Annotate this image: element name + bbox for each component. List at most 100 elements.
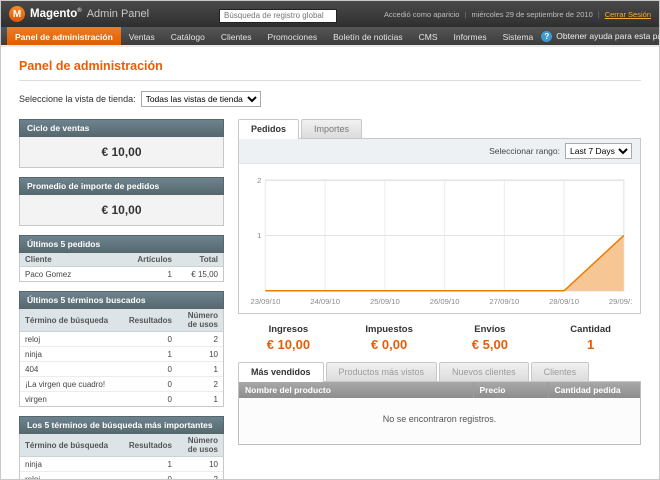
table-row[interactable]: Paco Gomez 1 € 15,00 <box>20 266 223 281</box>
header-date: miércoles 29 de septiembre de 2010 <box>471 9 593 19</box>
column-header-price: Precio <box>473 382 549 399</box>
svg-text:28/09/10: 28/09/10 <box>549 297 579 306</box>
svg-text:1: 1 <box>257 231 261 240</box>
average-order-box: Promedio de importe de pedidos € 10,00 <box>19 177 224 226</box>
top-search-terms-title: Los 5 términos de búsqueda más important… <box>19 416 224 434</box>
column-header-uses: Número de usos <box>177 434 223 457</box>
sales-cycle-box: Ciclo de ventas € 10,00 <box>19 119 224 168</box>
products-tabs: Más vendidos Productos más vistos Nuevos… <box>238 362 641 383</box>
range-label: Seleccionar rango: <box>489 146 560 156</box>
last-search-terms-table: Término de búsqueda Resultados Número de… <box>20 309 223 406</box>
column-header-term: Término de búsqueda <box>20 309 124 332</box>
range-select[interactable]: Last 7 Days <box>565 143 632 159</box>
column-header-total: Total <box>177 253 223 267</box>
tab-amounts[interactable]: Importes <box>301 119 363 138</box>
last-orders-box: Últimos 5 pedidos Cliente Artículos Tota… <box>19 235 224 282</box>
last-search-terms-box: Últimos 5 términos buscados Término de b… <box>19 291 224 407</box>
last-orders-table: Cliente Artículos Total Paco Gomez 1 € 1… <box>20 253 223 281</box>
nav-item-promotions[interactable]: Promociones <box>260 27 326 45</box>
brand-subtitle: Admin Panel <box>86 8 150 20</box>
svg-text:25/09/10: 25/09/10 <box>370 297 400 306</box>
svg-text:24/09/10: 24/09/10 <box>310 297 340 306</box>
nav-item-cms[interactable]: CMS <box>411 27 446 45</box>
cell-uses: 10 <box>177 346 223 362</box>
column-header-term: Término de búsqueda <box>20 434 124 457</box>
last-orders-body: Cliente Artículos Total Paco Gomez 1 € 1… <box>19 253 224 282</box>
range-row: Seleccionar rango: Last 7 Days <box>239 139 640 164</box>
table-row[interactable]: reloj 0 2 <box>20 331 223 347</box>
main-nav: Panel de administración Ventas Catálogo … <box>1 27 660 47</box>
magento-admin-window: M Magento® Admin Panel Accedió como apar… <box>0 0 660 480</box>
cell-term: ninja <box>20 346 124 362</box>
dashboard-left-column: Ciclo de ventas € 10,00 Promedio de impo… <box>19 119 224 479</box>
nav-item-newsletter[interactable]: Boletín de noticias <box>325 27 410 45</box>
column-header-results: Resultados <box>123 434 177 457</box>
tab-bestsellers[interactable]: Más vendidos <box>238 362 324 383</box>
nav-item-system[interactable]: Sistema <box>495 27 542 45</box>
stat-value: € 0,00 <box>371 337 408 353</box>
tab-most-viewed[interactable]: Productos más vistos <box>325 362 438 382</box>
tab-customers[interactable]: Clientes <box>530 362 590 382</box>
table-row[interactable]: reloj 0 2 <box>20 471 223 479</box>
column-header-product: Nombre del producto <box>239 382 474 399</box>
cell-total: € 15,00 <box>177 266 223 281</box>
empty-message: No se encontraron registros. <box>239 398 640 445</box>
nav-item-dashboard[interactable]: Panel de administración <box>7 27 121 45</box>
top-search-terms-body: Término de búsqueda Resultados Número de… <box>19 434 224 479</box>
table-row[interactable]: ¡La virgen que cuadro! 0 2 <box>20 376 223 392</box>
table-row[interactable]: virgen 0 1 <box>20 391 223 406</box>
nav-item-reports[interactable]: Informes <box>446 27 495 45</box>
stat-label: Cantidad <box>570 324 611 336</box>
cell-uses: 1 <box>177 391 223 406</box>
top-bar: M Magento® Admin Panel Accedió como apar… <box>1 1 659 27</box>
page-content: Panel de administración Seleccione la vi… <box>1 47 659 479</box>
empty-row: No se encontraron registros. <box>239 398 640 445</box>
stat-quantity: Cantidad 1 <box>540 324 641 352</box>
cell-results: 0 <box>123 471 177 479</box>
svg-text:29/09/10: 29/09/10 <box>609 297 632 306</box>
cell-results: 0 <box>123 361 177 377</box>
tab-new-customers[interactable]: Nuevos clientes <box>439 362 529 382</box>
global-search-input[interactable] <box>219 8 337 23</box>
column-header-customer: Cliente <box>20 253 131 267</box>
nav-item-customers[interactable]: Clientes <box>213 27 260 45</box>
bestsellers-table: Nombre del producto Precio Cantidad pedi… <box>239 382 640 445</box>
help-link[interactable]: ? Obtener ayuda para esta página <box>541 27 660 45</box>
cell-results: 1 <box>123 346 177 362</box>
nav-item-sales[interactable]: Ventas <box>121 27 163 45</box>
cell-uses: 10 <box>177 456 223 472</box>
global-search <box>219 5 337 23</box>
stat-value: 1 <box>587 337 595 353</box>
trademark-mark: ® <box>77 8 82 15</box>
user-info: Accedió como aparicio | miércoles 29 de … <box>384 10 651 19</box>
svg-text:27/09/10: 27/09/10 <box>489 297 519 306</box>
table-row[interactable]: ninja 1 10 <box>20 346 223 362</box>
top-search-terms-table: Término de búsqueda Resultados Número de… <box>20 434 223 479</box>
table-row[interactable]: ninja 1 10 <box>20 456 223 472</box>
store-view-select[interactable]: Todas las vistas de tienda <box>140 91 261 107</box>
chart-tabs: Pedidos Importes <box>238 119 641 139</box>
cell-uses: 2 <box>177 376 223 392</box>
average-order-value: € 10,00 <box>19 195 224 226</box>
magento-logo-icon: M <box>9 6 25 22</box>
stat-value: € 5,00 <box>471 337 508 353</box>
chart-panel: Seleccionar rango: Last 7 Days 23/09/10 2… <box>238 139 641 315</box>
cell-term: reloj <box>20 331 124 347</box>
column-header-results: Resultados <box>123 309 177 332</box>
cell-uses: 2 <box>177 331 223 347</box>
sales-cycle-title: Ciclo de ventas <box>19 119 224 137</box>
cell-term: reloj <box>20 471 124 479</box>
stat-label: Ingresos <box>268 324 309 336</box>
stat-label: Envíos <box>474 324 506 336</box>
cell-term: ¡La virgen que cuadro! <box>20 376 124 392</box>
logout-link[interactable]: Cerrar Sesión <box>605 10 651 19</box>
stat-label: Impuestos <box>365 324 413 336</box>
top-search-terms-box: Los 5 términos de búsqueda más important… <box>19 416 224 479</box>
column-header-items: Artículos <box>131 253 177 267</box>
cell-term: ninja <box>20 456 124 472</box>
dashboard-right-column: Pedidos Importes Seleccionar rango: Last… <box>238 119 641 479</box>
table-row[interactable]: 404 0 1 <box>20 361 223 377</box>
nav-item-catalog[interactable]: Catálogo <box>163 27 213 45</box>
tab-orders[interactable]: Pedidos <box>238 119 300 139</box>
cell-results: 0 <box>123 331 177 347</box>
